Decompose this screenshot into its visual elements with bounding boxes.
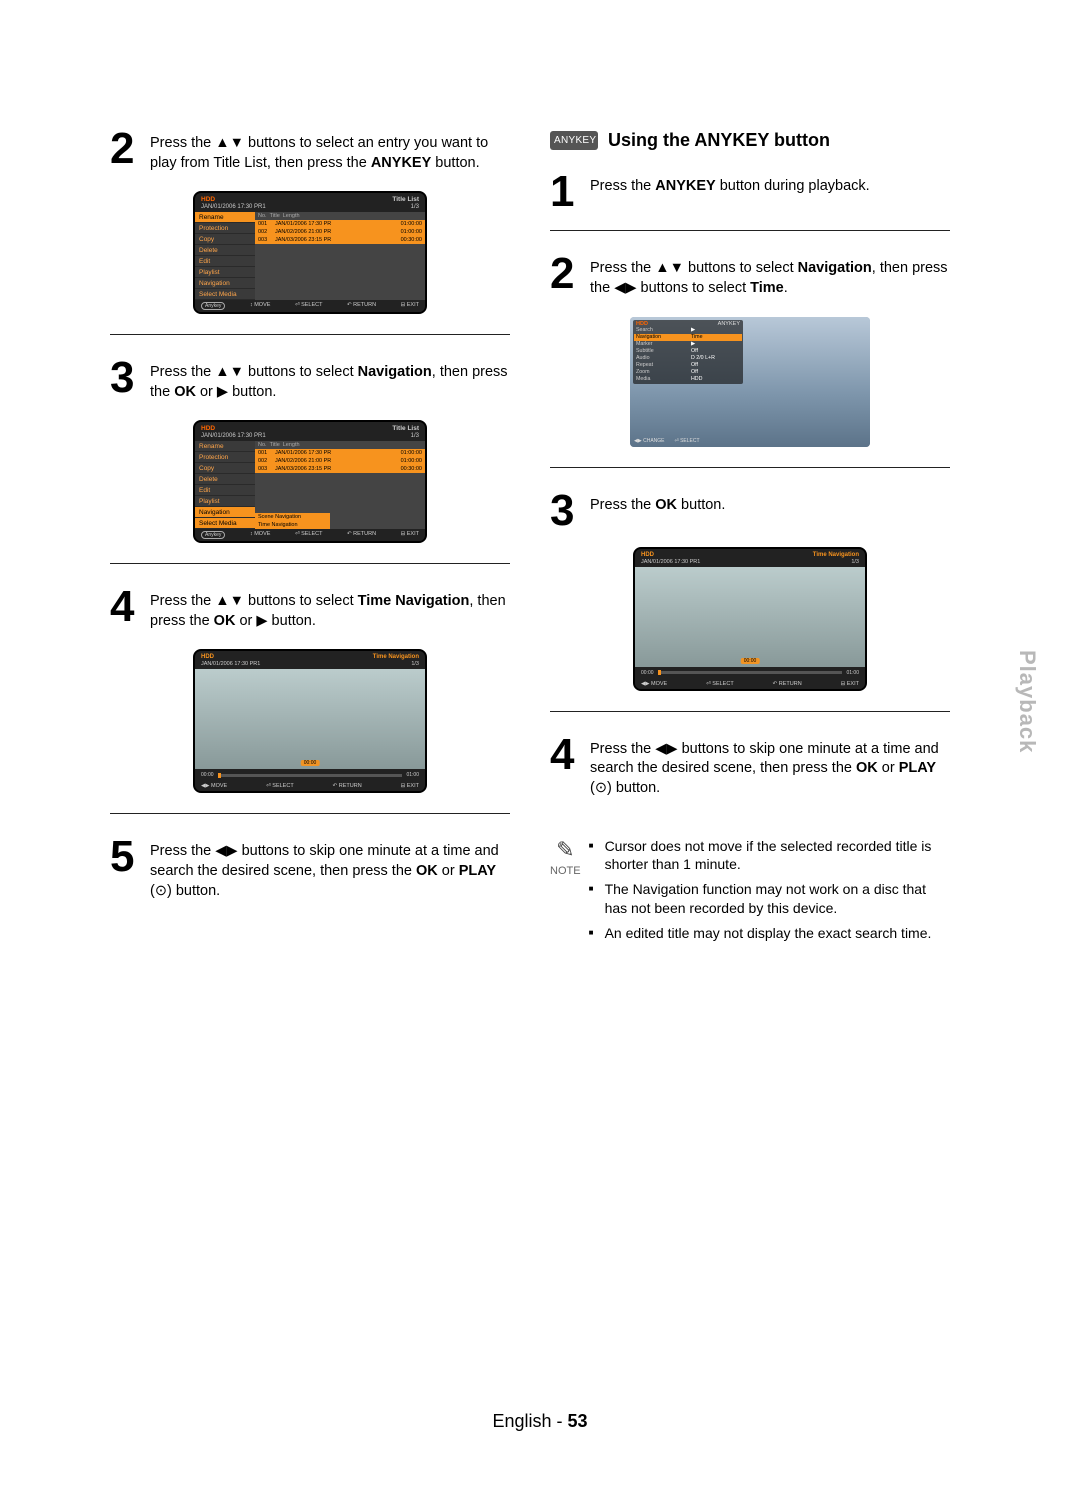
play-circle-icon: ⊙ [595, 780, 607, 796]
leftright-icon: ◀▶ [215, 843, 237, 859]
side-tab-label: Playback [1014, 650, 1040, 753]
left-step-3: 3 Press the ▲▼ buttons to select Navigat… [110, 359, 510, 402]
osd-title-list-2: HDD Title List JAN/01/2006 17:30 PR1 1/3… [193, 420, 427, 543]
step-number: 4 [550, 736, 580, 799]
step-number: 3 [550, 492, 580, 529]
osd-time-navigation-right: HDD Time Navigation JAN/01/2006 17:30 PR… [633, 547, 867, 691]
updown-icon: ▲▼ [215, 135, 244, 151]
left-step-4: 4 Press the ▲▼ buttons to select Time Na… [110, 588, 510, 631]
left-step-2: 2 Press the ▲▼ buttons to select an entr… [110, 130, 510, 173]
right-step-1: 1 Press the ANYKEY button during playbac… [550, 173, 950, 210]
step-number: 2 [110, 130, 140, 173]
step-text: Press the ▲▼ buttons to select Navigatio… [590, 255, 950, 298]
leftright-icon: ◀▶ [614, 280, 636, 296]
note-item: An edited title may not display the exac… [589, 924, 950, 943]
step-number: 1 [550, 173, 580, 210]
step-text: Press the ANYKEY button during playback. [590, 173, 870, 210]
section-title: Using the ANYKEY button [608, 130, 830, 151]
leftright-icon: ◀▶ [655, 741, 677, 757]
note-list: Cursor does not move if the selected rec… [589, 837, 950, 949]
step-number: 2 [550, 255, 580, 298]
updown-icon: ▲▼ [215, 593, 244, 609]
anykey-badge: ANYKEY [550, 131, 598, 150]
note-block: ✎ NOTE Cursor does not move if the selec… [550, 837, 950, 949]
right-step-2: 2 Press the ▲▼ buttons to select Navigat… [550, 255, 950, 298]
play-circle-icon: ⊙ [155, 883, 167, 899]
page-footer: English - 53 [0, 1411, 1080, 1432]
left-step-5: 5 Press the ◀▶ buttons to skip one minut… [110, 838, 510, 901]
note-item: The Navigation function may not work on … [589, 880, 950, 918]
step-text: Press the ▲▼ buttons to select Time Navi… [150, 588, 510, 631]
pencil-icon: ✎ [550, 837, 581, 863]
note-icon: ✎ NOTE [550, 837, 581, 949]
section-heading: ANYKEY Using the ANYKEY button [550, 130, 950, 151]
right-step-3: 3 Press the OK button. [550, 492, 950, 529]
updown-icon: ▲▼ [655, 260, 684, 276]
right-column: ANYKEY Using the ANYKEY button 1 Press t… [550, 130, 950, 949]
osd-side-menu: Rename Protection Copy Delete Edit Playl… [195, 441, 255, 529]
step-number: 5 [110, 838, 140, 901]
play-icon: ▶ [256, 613, 267, 629]
step-text: Press the ▲▼ buttons to select Navigatio… [150, 359, 510, 402]
updown-icon: ▲▼ [215, 364, 244, 380]
osd-anykey-overlay: HDDANYKEY Search▶ NavigationTime Marker▶… [630, 317, 870, 447]
step-text: Press the ◀▶ buttons to skip one minute … [590, 736, 950, 799]
step-text: Press the ◀▶ buttons to skip one minute … [150, 838, 510, 901]
note-item: Cursor does not move if the selected rec… [589, 837, 950, 875]
left-column: 2 Press the ▲▼ buttons to select an entr… [110, 130, 510, 949]
osd-title-list-1: HDD Title List JAN/01/2006 17:30 PR1 1/3… [193, 191, 427, 314]
step-text: Press the ▲▼ buttons to select an entry … [150, 130, 510, 173]
osd-time-navigation-left: HDD Time Navigation JAN/01/2006 17:30 PR… [193, 649, 427, 793]
play-icon: ▶ [217, 384, 228, 400]
step-text: Press the OK button. [590, 492, 725, 529]
osd-side-menu: Rename Protection Copy Delete Edit Playl… [195, 212, 255, 300]
right-step-4: 4 Press the ◀▶ buttons to skip one minut… [550, 736, 950, 799]
step-number: 3 [110, 359, 140, 402]
step-number: 4 [110, 588, 140, 631]
